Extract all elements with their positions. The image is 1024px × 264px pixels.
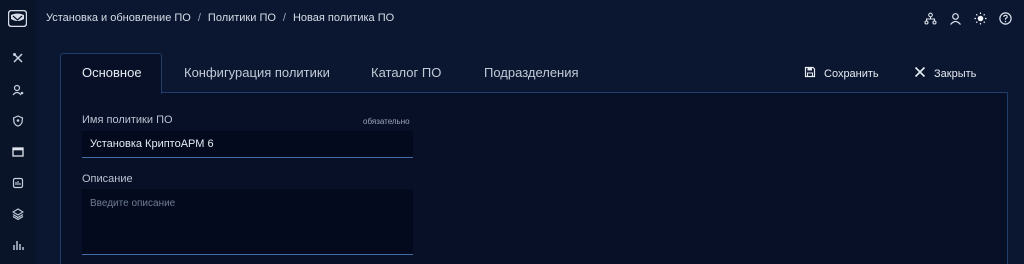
window-icon[interactable]: [11, 145, 25, 159]
required-indicator: обязательно: [363, 117, 410, 126]
top-icons: [923, 11, 1012, 25]
close-icon: [914, 66, 926, 81]
tools-icon[interactable]: [11, 51, 25, 65]
tab-software-catalog[interactable]: Каталог ПО: [371, 65, 441, 80]
sun-icon[interactable]: [973, 11, 987, 25]
top-bar: Установка и обновление ПО / Политики ПО …: [36, 0, 1024, 38]
help-icon[interactable]: [998, 11, 1012, 25]
breadcrumb-item[interactable]: Установка и обновление ПО: [46, 12, 191, 24]
policy-name-label: Имя политики ПО: [82, 114, 173, 126]
description-label: Описание: [82, 173, 133, 185]
policy-name-input[interactable]: Установка КриптоАРМ 6: [82, 131, 413, 158]
close-button[interactable]: Закрыть: [914, 66, 976, 81]
report-icon[interactable]: [11, 176, 25, 190]
save-icon: [804, 66, 816, 81]
user-icon[interactable]: [948, 11, 962, 25]
breadcrumb-separator: /: [282, 12, 286, 24]
org-structure-icon[interactable]: [923, 11, 937, 25]
chart-icon[interactable]: [11, 238, 25, 252]
shield-icon[interactable]: [11, 114, 25, 128]
breadcrumb-current: Новая политика ПО: [292, 12, 395, 24]
layers-icon[interactable]: [11, 207, 25, 221]
breadcrumb-item[interactable]: Политики ПО: [208, 12, 276, 24]
description-input[interactable]: [82, 189, 413, 255]
breadcrumb-separator: /: [197, 12, 201, 24]
sidebar: [0, 0, 36, 264]
user-settings-icon[interactable]: [11, 83, 25, 97]
close-label: Закрыть: [934, 67, 977, 80]
save-button[interactable]: Сохранить: [804, 66, 879, 81]
tab-departments[interactable]: Подразделения: [484, 65, 579, 80]
save-label: Сохранить: [824, 67, 879, 80]
breadcrumb: Установка и обновление ПО / Политики ПО …: [46, 12, 394, 24]
tab-policy-configuration[interactable]: Конфигурация политики: [184, 65, 330, 80]
tab-basic[interactable]: Основное: [82, 65, 142, 80]
app-logo-icon[interactable]: [7, 9, 28, 28]
